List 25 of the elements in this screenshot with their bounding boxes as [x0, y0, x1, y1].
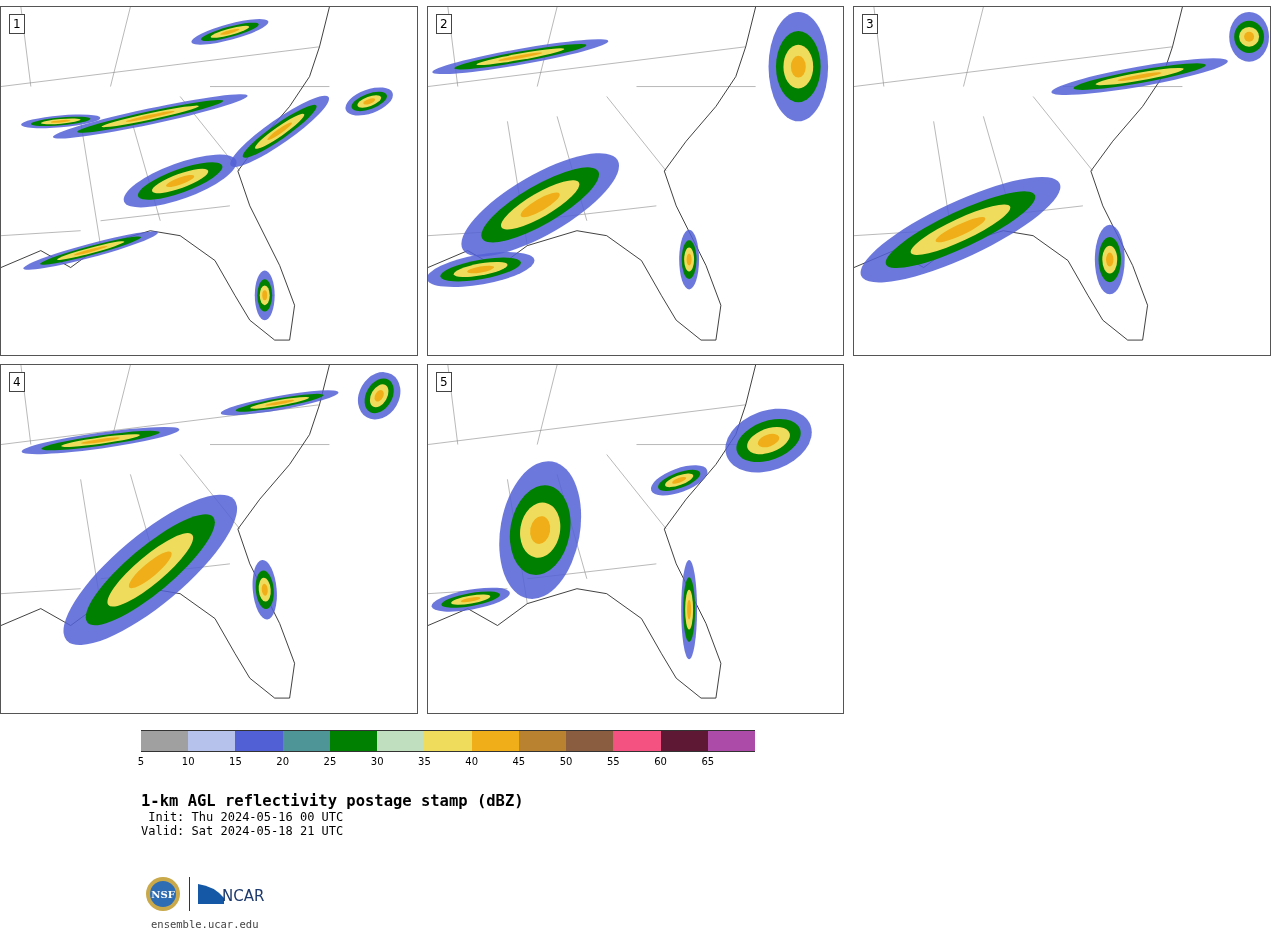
- panel-number: 3: [862, 14, 878, 34]
- tick-label: 20: [276, 756, 290, 768]
- swoosh-icon: [198, 884, 224, 904]
- tick-label: 55: [607, 756, 620, 768]
- tick-label: 45: [512, 756, 526, 768]
- seal-logo: NSF: [145, 876, 181, 912]
- tick-label: 60: [654, 756, 667, 768]
- site-url: ensemble.ucar.edu: [151, 918, 260, 930]
- init-time: Init: Thu 2024-05-16 00 UTC: [147, 810, 345, 824]
- chart-title: 1-km AGL reflectivity postage stamp (dBZ): [141, 792, 525, 810]
- tick-label: 30: [370, 756, 384, 768]
- valid-time: Valid: Sat 2024-05-18 21 UTC: [141, 824, 345, 838]
- panel-number: 4: [9, 372, 25, 392]
- tick-label: 15: [229, 756, 242, 768]
- panel-number: 1: [9, 14, 25, 34]
- logo-text: NCAR: [222, 888, 265, 904]
- tick-label: 10: [181, 756, 195, 768]
- panel-number: 2: [436, 14, 452, 34]
- tick-label: 5: [137, 756, 145, 768]
- tick-label: 35: [418, 756, 431, 768]
- tick-label: 40: [465, 756, 478, 768]
- tick-label: 25: [323, 756, 337, 768]
- tick-label: 50: [559, 756, 573, 768]
- panel-number: 5: [436, 372, 452, 392]
- tick-label: 65: [701, 756, 715, 768]
